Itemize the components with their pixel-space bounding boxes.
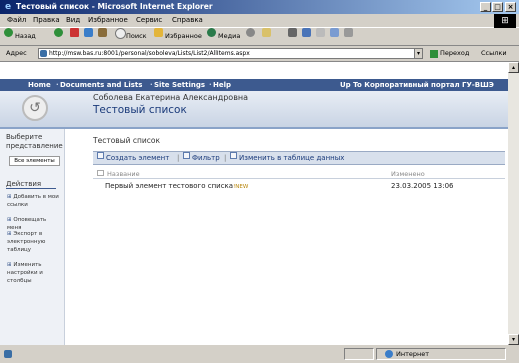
row-modified: 23.03.2005 13:06 bbox=[391, 182, 454, 190]
edit-datasheet-button[interactable]: Изменить в таблице данных bbox=[239, 152, 344, 164]
nav-documents-lists[interactable]: Documents and Lists bbox=[60, 79, 142, 91]
media-icon[interactable] bbox=[207, 28, 216, 37]
page-icon bbox=[40, 50, 47, 57]
maximize-button[interactable]: □ bbox=[492, 2, 503, 12]
action-bullet-icon: ⊞ bbox=[7, 194, 12, 200]
action-bullet-icon: ⊞ bbox=[7, 262, 12, 268]
row-title[interactable]: Первый элемент тестового списка!NEW bbox=[105, 182, 248, 190]
filter-button[interactable]: Фильтр bbox=[192, 152, 220, 164]
back-arrow-icon[interactable] bbox=[4, 28, 13, 37]
refresh-icon[interactable] bbox=[84, 28, 93, 37]
new-item-icon[interactable] bbox=[97, 152, 104, 159]
address-dropdown-arrow-icon[interactable]: ▾ bbox=[414, 48, 423, 59]
action-export-spreadsheet[interactable]: ⊞ Экспорт в электронную таблицу bbox=[7, 230, 62, 254]
site-logo-icon: ↺ bbox=[22, 95, 48, 121]
action-bullet-icon: ⊞ bbox=[7, 231, 12, 237]
actions-heading: Действия bbox=[6, 180, 56, 189]
go-button[interactable]: Переход bbox=[440, 46, 469, 61]
menu-view[interactable]: Вид bbox=[66, 14, 80, 27]
view-all-items[interactable]: Все элементы bbox=[9, 156, 60, 166]
site-header: ↺ Соболева Екатерина Александровна Тесто… bbox=[0, 91, 508, 129]
scroll-up-arrow-icon[interactable]: ▴ bbox=[508, 62, 519, 73]
windows-logo: ⊞ bbox=[494, 14, 516, 28]
go-arrow-icon[interactable] bbox=[430, 50, 438, 58]
messenger-icon[interactable] bbox=[330, 28, 339, 37]
list-title: Тестовый список bbox=[93, 136, 161, 145]
menu-file[interactable]: Файл bbox=[7, 14, 26, 27]
page-title: Тестовый список bbox=[93, 104, 187, 116]
nav-portal-link[interactable]: Up To Корпоративный портал ГУ-ВШЭ bbox=[340, 79, 494, 91]
browser-toolbar: Назад Поиск Избранное Медиа bbox=[0, 28, 519, 46]
nav-help[interactable]: Help bbox=[213, 79, 231, 91]
media-button[interactable]: Медиа bbox=[218, 28, 240, 45]
new-badge: !NEW bbox=[233, 184, 249, 190]
action-bullet-icon: ⊞ bbox=[7, 217, 12, 223]
address-input[interactable]: http://msw.bas.ru:8001/personal/soboleva… bbox=[38, 48, 423, 59]
search-button[interactable]: Поиск bbox=[126, 28, 147, 45]
datasheet-icon[interactable] bbox=[230, 152, 237, 159]
window-title-bar: e Тестовый список - Microsoft Internet E… bbox=[0, 0, 519, 14]
mail-icon[interactable] bbox=[262, 28, 271, 37]
menu-bar: Файл Правка Вид Избранное Сервис Справка bbox=[0, 14, 519, 28]
ie-icon: e bbox=[4, 2, 12, 12]
minimize-button[interactable]: _ bbox=[480, 2, 491, 12]
left-sidebar: Выберите представление Все элементы Дейс… bbox=[0, 129, 65, 345]
internet-zone-icon bbox=[385, 350, 393, 358]
page-status-icon bbox=[4, 350, 12, 358]
favorites-icon[interactable] bbox=[154, 28, 163, 37]
address-label: Адрес bbox=[6, 49, 27, 57]
menu-tools[interactable]: Сервис bbox=[136, 14, 162, 27]
discuss-icon[interactable] bbox=[316, 28, 325, 37]
edit-icon[interactable] bbox=[302, 28, 311, 37]
page-content: Home · Documents and Lists · Site Settin… bbox=[0, 62, 508, 345]
links-button[interactable]: Ссылки bbox=[481, 46, 507, 61]
action-modify-settings[interactable]: ⊞ Изменить настройки и столбцы bbox=[7, 261, 62, 285]
research-icon[interactable] bbox=[344, 28, 353, 37]
menu-help[interactable]: Справка bbox=[172, 14, 203, 27]
action-add-to-links[interactable]: ⊞ Добавить в мои ссылки bbox=[7, 193, 62, 209]
search-icon[interactable] bbox=[115, 28, 126, 39]
window-title: Тестовый список - Microsoft Internet Exp… bbox=[16, 2, 213, 11]
nav-home[interactable]: Home bbox=[28, 79, 51, 91]
security-zone-label: Интернет bbox=[396, 350, 430, 358]
address-bar: Адрес http://msw.bas.ru:8001/personal/so… bbox=[0, 46, 519, 62]
list-toolbar: Создать элемент | Фильтр | Изменить в та… bbox=[93, 151, 505, 165]
attachment-icon bbox=[97, 170, 104, 176]
stop-icon[interactable] bbox=[70, 28, 79, 37]
favorites-button[interactable]: Избранное bbox=[165, 28, 202, 45]
column-header-modified[interactable]: Изменено bbox=[391, 170, 425, 178]
site-owner-name: Соболева Екатерина Александровна bbox=[93, 93, 249, 102]
column-header-title[interactable]: Название bbox=[107, 170, 140, 178]
home-icon[interactable] bbox=[98, 28, 107, 37]
header-divider bbox=[93, 178, 505, 179]
close-button[interactable]: × bbox=[505, 2, 516, 12]
status-bar: Интернет bbox=[0, 345, 519, 363]
back-button[interactable]: Назад bbox=[15, 28, 36, 45]
filter-icon[interactable] bbox=[183, 152, 190, 159]
history-icon[interactable] bbox=[246, 28, 255, 37]
top-nav-bar: Home · Documents and Lists · Site Settin… bbox=[0, 79, 508, 91]
select-view-label: Выберите представление bbox=[6, 133, 63, 150]
address-url: http://msw.bas.ru:8001/personal/soboleva… bbox=[49, 50, 250, 57]
print-icon[interactable] bbox=[288, 28, 297, 37]
new-item-button[interactable]: Создать элемент bbox=[106, 152, 169, 164]
nav-site-settings[interactable]: Site Settings bbox=[154, 79, 205, 91]
menu-edit[interactable]: Правка bbox=[33, 14, 60, 27]
forward-arrow-icon[interactable] bbox=[54, 28, 63, 37]
scroll-down-arrow-icon[interactable]: ▾ bbox=[508, 334, 519, 345]
vertical-scrollbar[interactable]: ▴ ▾ bbox=[508, 62, 519, 345]
menu-favorites[interactable]: Избранное bbox=[88, 14, 128, 27]
